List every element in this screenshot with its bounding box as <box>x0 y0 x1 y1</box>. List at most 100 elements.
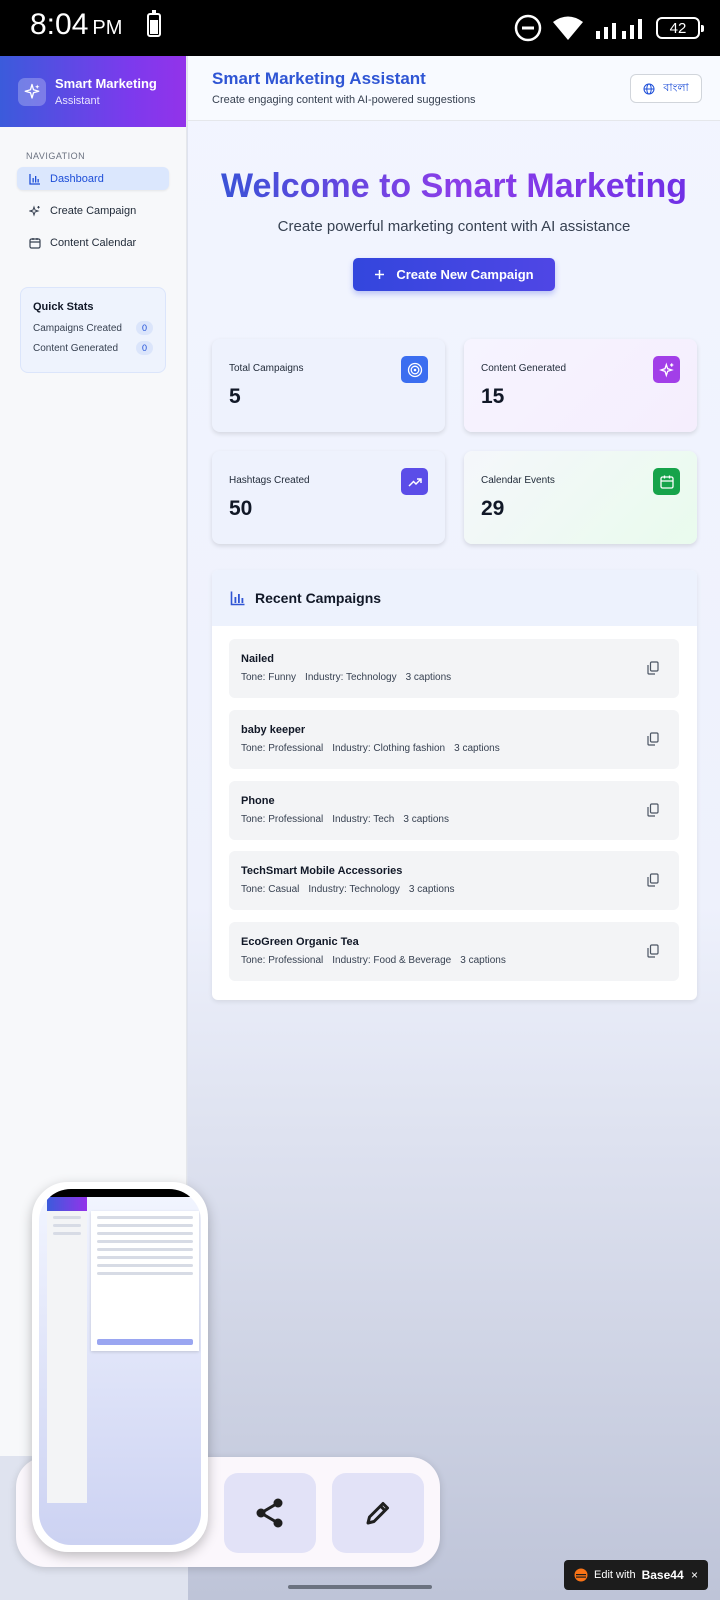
quick-stats-title: Quick Stats <box>33 301 94 313</box>
campaign-item[interactable]: TechSmart Mobile Accessories Tone: Casua… <box>229 851 679 910</box>
campaign-name: EcoGreen Organic Tea <box>241 936 359 948</box>
campaign-tone: Tone: Professional <box>241 814 324 825</box>
badge-brand: Base44 <box>641 1568 684 1582</box>
quick-stat-label: Campaigns Created <box>33 322 122 334</box>
stat-card-content-generated: Content Generated 15 <box>464 339 697 432</box>
campaign-name: Phone <box>241 795 275 807</box>
copy-icon[interactable] <box>647 803 659 817</box>
status-bar: 8:04 PM 42 <box>0 0 720 56</box>
do-not-disturb-icon <box>514 14 542 42</box>
globe-icon <box>643 83 655 94</box>
home-indicator[interactable] <box>288 1585 432 1589</box>
campaign-industry: Industry: Tech <box>332 814 395 825</box>
stat-label: Calendar Events <box>481 475 555 486</box>
campaign-captions: 3 captions <box>403 814 449 825</box>
campaign-captions: 3 captions <box>405 672 452 683</box>
close-icon[interactable]: × <box>691 1568 698 1582</box>
quick-stat-row: Campaigns Created 0 <box>33 321 153 335</box>
bar-chart-icon <box>230 591 245 606</box>
stat-value: 50 <box>229 497 253 520</box>
hero-title: Welcome to Smart Marketing <box>188 167 720 206</box>
trending-up-icon <box>401 468 428 495</box>
edit-button[interactable] <box>332 1473 424 1553</box>
quick-stat-value: 0 <box>135 341 153 355</box>
page-header: Smart Marketing Assistant Create engagin… <box>188 56 720 121</box>
campaign-industry: Industry: Technology <box>308 884 400 895</box>
campaign-tone: Tone: Professional <box>241 955 324 966</box>
campaign-industry: Industry: Food & Beverage <box>332 955 452 966</box>
wifi-icon <box>553 16 583 40</box>
campaign-name: TechSmart Mobile Accessories <box>241 865 403 877</box>
stat-value: 15 <box>481 385 505 408</box>
calendar-icon <box>653 468 680 495</box>
sidebar-item-content-calendar[interactable]: Content Calendar <box>17 231 169 254</box>
stat-label: Hashtags Created <box>229 475 310 486</box>
brand-title: Smart Marketing <box>55 76 157 91</box>
sidebar-item-dashboard[interactable]: Dashboard <box>17 167 169 190</box>
copy-icon[interactable] <box>647 944 659 958</box>
language-button[interactable]: বাংলা <box>630 74 702 103</box>
copy-icon[interactable] <box>647 732 659 746</box>
sidebar-item-label: Dashboard <box>50 172 104 185</box>
screenshot-thumbnail[interactable] <box>32 1182 208 1552</box>
calendar-icon <box>29 237 41 249</box>
sparkles-icon <box>653 356 680 383</box>
copy-icon[interactable] <box>647 661 659 675</box>
campaign-item[interactable]: baby keeper Tone: Professional Industry: … <box>229 710 679 769</box>
stats-grid: Total Campaigns 5 Content Generated 15 H… <box>212 339 697 544</box>
plus-icon <box>375 270 385 279</box>
campaign-captions: 3 captions <box>460 955 506 966</box>
campaign-item[interactable]: Phone Tone: Professional Industry: Tech 3 … <box>229 781 679 840</box>
campaign-captions: 3 captions <box>454 743 500 754</box>
copy-icon[interactable] <box>647 873 659 887</box>
cta-label: Create New Campaign <box>396 267 534 282</box>
hero-subtitle: Create powerful marketing content with A… <box>277 218 631 235</box>
recent-campaigns-title: Recent Campaigns <box>255 590 382 606</box>
language-label: বাংলা <box>663 82 689 94</box>
bar-chart-icon <box>29 173 41 185</box>
stat-card-calendar-events: Calendar Events 29 <box>464 451 697 544</box>
stat-label: Total Campaigns <box>229 363 304 374</box>
sidebar-item-label: Content Calendar <box>50 236 137 249</box>
quick-stat-value: 0 <box>135 321 153 335</box>
brand-subtitle: Assistant <box>55 95 100 107</box>
campaign-tone: Tone: Professional <box>241 743 324 754</box>
signal-icon <box>596 19 642 39</box>
battery-icon: 42 <box>656 17 704 39</box>
stat-value: 5 <box>229 385 241 408</box>
campaign-industry: Industry: Technology <box>305 672 397 683</box>
sparkles-icon <box>29 204 41 217</box>
campaign-tone: Tone: Casual <box>241 884 300 895</box>
recent-campaigns-panel: Recent Campaigns Nailed Tone: Funny Indus… <box>212 570 697 1000</box>
campaign-name: Nailed <box>241 653 275 665</box>
sidebar-item-label: Create Campaign <box>50 204 137 217</box>
edit-with-base44-badge[interactable]: Edit with Base44 × <box>564 1560 708 1590</box>
main-content: Smart Marketing Assistant Create engagin… <box>188 56 720 1600</box>
campaign-captions: 3 captions <box>408 884 455 895</box>
stat-label: Content Generated <box>481 363 567 374</box>
pencil-icon <box>366 1502 389 1525</box>
brand-header: Smart Marketing Assistant <box>0 56 186 127</box>
campaign-tone: Tone: Funny <box>241 672 297 683</box>
share-button[interactable] <box>224 1473 316 1553</box>
stat-card-total-campaigns: Total Campaigns 5 <box>212 339 445 432</box>
quick-stats-panel: Quick Stats Campaigns Created 0 Content … <box>20 287 166 373</box>
sparkles-logo-icon <box>18 77 46 106</box>
campaign-item[interactable]: Nailed Tone: Funny Industry: Technology 3 … <box>229 639 679 698</box>
nav-heading: NAVIGATION <box>26 151 86 161</box>
campaign-name: baby keeper <box>241 724 306 736</box>
create-new-campaign-button[interactable]: Create New Campaign <box>353 258 555 291</box>
campaign-industry: Industry: Clothing fashion <box>332 743 446 754</box>
sidebar-item-create-campaign[interactable]: Create Campaign <box>17 199 169 222</box>
target-icon <box>401 356 428 383</box>
quick-stat-label: Content Generated <box>33 342 119 354</box>
status-time: 8:04 PM <box>30 8 123 41</box>
stat-card-hashtags-created: Hashtags Created 50 <box>212 451 445 544</box>
battery-saver-icon <box>147 10 161 37</box>
base44-logo-icon <box>574 1568 588 1582</box>
campaign-item[interactable]: EcoGreen Organic Tea Tone: Professional I… <box>229 922 679 981</box>
recent-campaigns-header: Recent Campaigns <box>212 570 697 626</box>
share-icon <box>256 1498 283 1528</box>
quick-stat-row: Content Generated 0 <box>33 341 153 355</box>
badge-prefix: Edit with <box>594 1569 636 1581</box>
